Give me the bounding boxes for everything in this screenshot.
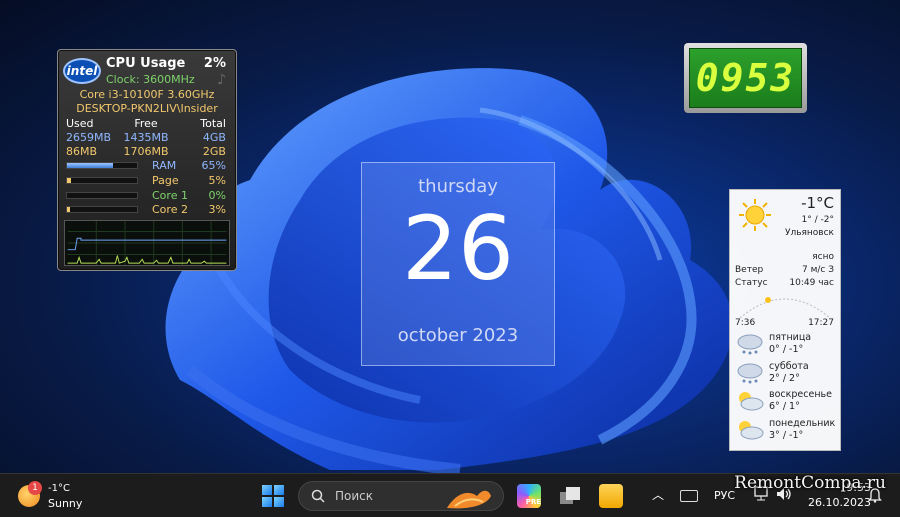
forecast-day-name: понедельник [769, 418, 836, 430]
forecast-day-name: воскресенье [769, 389, 832, 401]
digital-clock-gadget[interactable]: 0953 [684, 43, 807, 113]
forecast-day-name: суббота [769, 361, 809, 373]
status-row: Статус 10:49 час [735, 278, 834, 288]
cpu-model: Core i3-10100F 3.60GHz [79, 88, 215, 101]
start-button[interactable] [262, 485, 284, 507]
search-icon [311, 489, 325, 503]
physical-memory-row: 2659MB 1435MB 4GB [66, 131, 226, 144]
weekday-label: thursday [418, 176, 498, 197]
taskbar-weather-widget[interactable]: 1 -1°C Sunny [18, 481, 82, 511]
sun-cloud-icon [739, 392, 764, 411]
search-placeholder: Поиск [335, 489, 374, 503]
search-box[interactable]: Поиск [298, 481, 504, 511]
search-highlight-icon [447, 490, 491, 509]
page-bar [66, 176, 138, 184]
forecast-day-4: понедельник 3° / -1° [735, 417, 836, 443]
city-name: Ульяновск [784, 228, 834, 238]
header-total: Total [200, 117, 226, 130]
physical-used: 2659MB [66, 131, 112, 144]
virtual-free: 1706MB [123, 145, 169, 158]
core2-bar [66, 205, 138, 213]
task-view-icon[interactable] [558, 484, 582, 508]
copilot-pre-badge: PRE [525, 498, 541, 506]
forecast-day-name: пятница [769, 332, 812, 344]
temperature-range: 1° / -2° [801, 215, 834, 225]
core1-value: 0% [208, 188, 226, 202]
clock-digits: 0953 [695, 56, 796, 100]
cpu-usage-gadget[interactable]: intel CPU Usage 2% ♪ Clock: 3600MHz Core… [57, 49, 237, 271]
header-used: Used [66, 117, 94, 130]
month-year-label: october 2023 [397, 325, 519, 346]
sun-icon [739, 199, 771, 231]
forecast-temps: 6° / 1° [769, 401, 800, 412]
status-value: 10:49 час [789, 278, 834, 288]
forecast-temps: 3° / -1° [769, 430, 804, 441]
language-indicator[interactable]: РУС [714, 489, 735, 502]
taskbar-weather-temp: -1°C [48, 483, 70, 494]
core1-bar-row: Core 1 0% [66, 188, 226, 202]
wind-row: Ветер 7 м/с З [735, 265, 834, 275]
weather-condition: ясно [812, 252, 834, 262]
forecast-day-3: воскресенье 6° / 1° [735, 388, 836, 414]
host-name: DESKTOP-PKN2LIV\Insider [76, 102, 218, 115]
header-free: Free [134, 117, 158, 130]
sunset-time: 17:27 [808, 318, 834, 328]
music-note-icon: ♪ [217, 72, 226, 88]
cpu-history-graph [64, 220, 230, 266]
sunrise-time: 7:36 [735, 318, 756, 328]
page-value: 5% [208, 173, 226, 187]
ram-bar [66, 161, 138, 169]
wind-label: Ветер [735, 265, 764, 275]
clock-face: 0953 [689, 48, 802, 108]
core1-label: Core 1 [152, 188, 188, 202]
watermark-text: RemontCompa.ru [734, 473, 886, 493]
chevron-up-icon[interactable]: ︿ [652, 486, 664, 503]
weather-gadget[interactable]: -1°C 1° / -2° Ульяновск ясно Ветер 7 м/с… [729, 189, 841, 451]
physical-free: 1435MB [123, 131, 169, 144]
page-label: Page [152, 173, 179, 187]
wind-value: 7 м/с З [802, 265, 834, 275]
core2-bar-row: Core 2 3% [66, 202, 226, 216]
copilot-app-icon[interactable]: PRE [517, 484, 541, 508]
core2-label: Core 2 [152, 202, 188, 216]
forecast-temps: 2° / 2° [769, 373, 800, 384]
calendar-gadget[interactable]: thursday 26 october 2023 [361, 162, 555, 366]
page-bar-row: Page 5% [66, 173, 226, 187]
file-explorer-icon[interactable] [599, 484, 623, 508]
cpu-usage-percent: 2% [203, 56, 226, 71]
forecast-day-1: пятница 0° / -1° [735, 331, 836, 357]
clock-date: 26.10.2023 [808, 496, 871, 509]
forecast-day-2: суббота 2° / 2° [735, 360, 836, 386]
ram-label: RAM [152, 158, 177, 172]
virtual-total: 2GB [202, 145, 226, 158]
weather-sun-icon: 1 [18, 481, 42, 507]
day-number: 26 [402, 197, 514, 300]
ram-bar-row: RAM 65% [66, 158, 226, 172]
physical-total: 4GB [202, 131, 226, 144]
core2-value: 3% [208, 202, 226, 216]
cpu-clock: Clock: 3600MHz [106, 73, 195, 86]
memory-header-row: Used Free Total [66, 117, 226, 130]
forecast-temps: 0° / -1° [769, 344, 804, 355]
core1-bar [66, 191, 138, 199]
notification-badge: 1 [28, 481, 42, 495]
current-temperature: -1°C [801, 194, 834, 212]
status-label: Статус [735, 278, 768, 288]
sun-cloud-icon [739, 421, 764, 440]
snow-cloud-icon [737, 334, 763, 355]
snow-cloud-icon [737, 363, 763, 384]
taskbar-weather-text: Sunny [48, 497, 83, 510]
gadget-title: CPU Usage [106, 56, 186, 71]
ram-value: 65% [201, 158, 226, 172]
intel-logo: intel [63, 58, 101, 84]
virtual-memory-row: 86MB 1706MB 2GB [66, 145, 226, 158]
virtual-used: 86MB [66, 145, 98, 158]
sun-path-arc [739, 297, 831, 319]
keyboard-icon[interactable] [680, 490, 698, 502]
